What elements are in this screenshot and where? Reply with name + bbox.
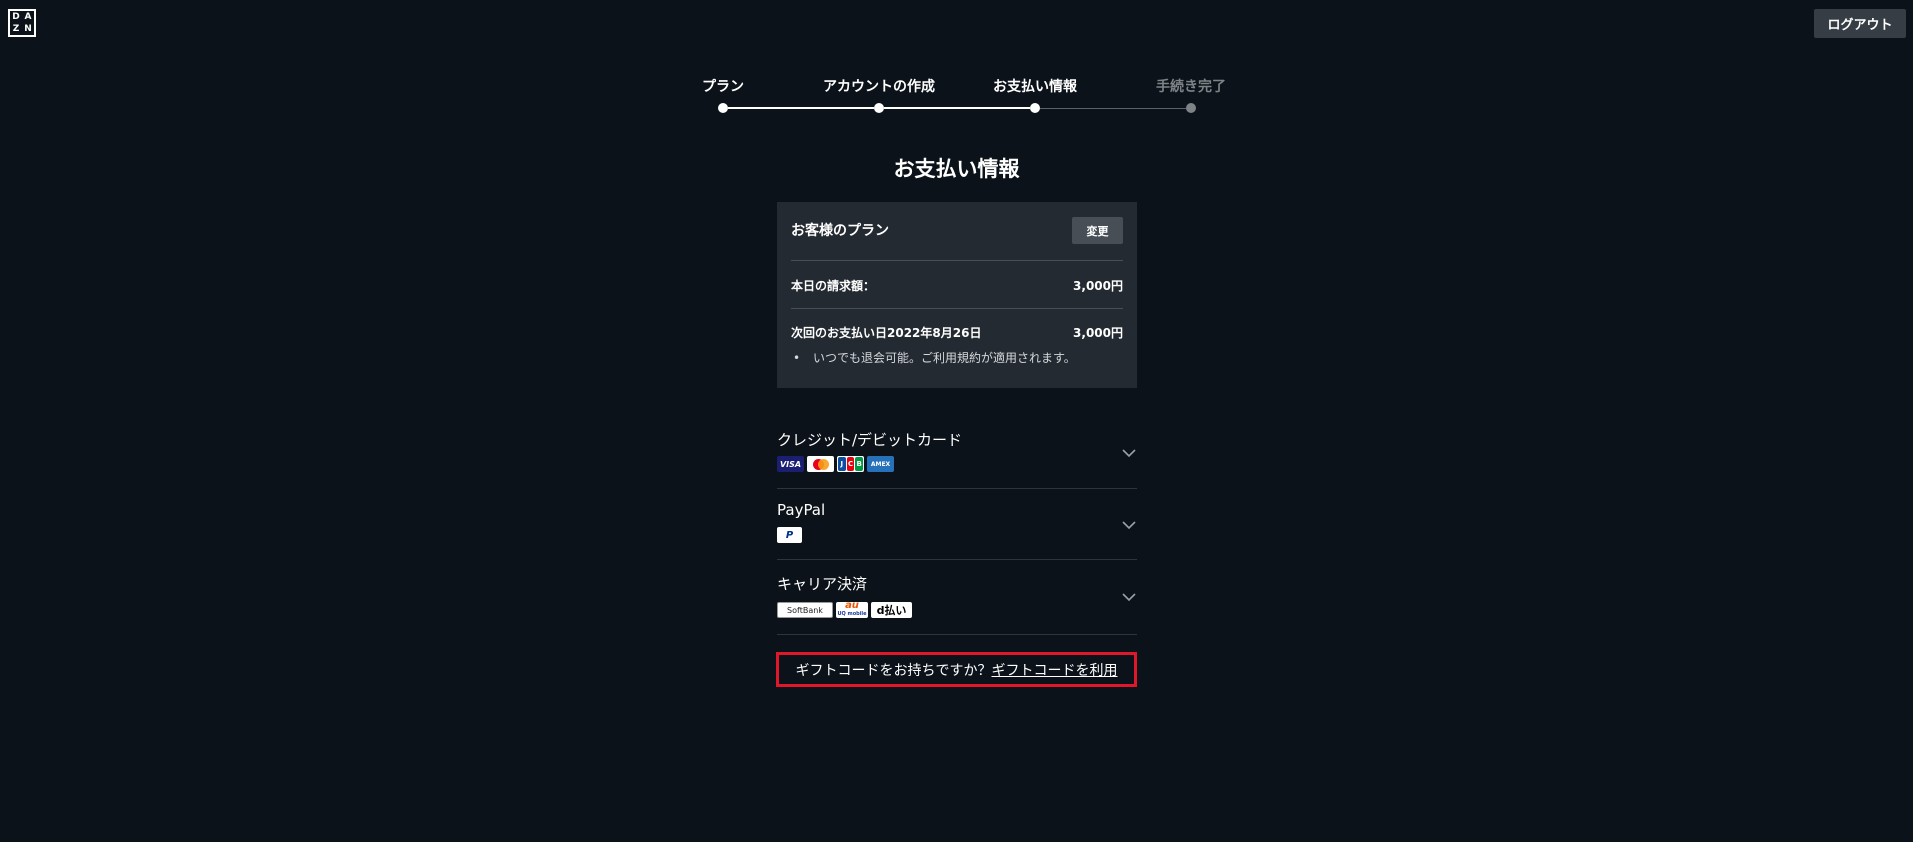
- gift-code-section: ギフトコードをお持ちですか？ ギフトコードを利用: [776, 652, 1137, 687]
- dazn-logo[interactable]: D A Z N: [8, 9, 36, 37]
- step-label-plan: プラン: [702, 79, 744, 95]
- paypal-label: PayPal: [777, 501, 826, 519]
- logo-letter-a: A: [24, 12, 32, 22]
- paypal-logos: P: [777, 527, 802, 543]
- chevron-down-icon: [1122, 449, 1136, 458]
- plan-header: お客様のプラン 変更: [791, 202, 1123, 261]
- next-payment-amount: 3,000円: [1073, 326, 1123, 340]
- paypal-logo: P: [777, 527, 802, 543]
- au-logo-text: au: [845, 602, 859, 611]
- logo-letter-n: N: [24, 24, 32, 34]
- au-uq-mobile-logo: au UQ mobile: [836, 602, 868, 618]
- change-plan-button[interactable]: 変更: [1072, 217, 1123, 244]
- step-connector-1: [728, 107, 874, 109]
- today-charge-label: 本日の請求額：: [791, 279, 876, 293]
- card-brand-logos: VISA JCB AMEX: [777, 456, 894, 472]
- chevron-down-icon: [1122, 593, 1136, 602]
- page-title: お支払い情報: [893, 157, 1020, 181]
- credit-card-label: クレジット/デビットカード: [777, 431, 963, 449]
- carrier-logos: SoftBank au UQ mobile d払い: [777, 602, 912, 618]
- logo-letter-d: D: [12, 12, 20, 22]
- next-payment-label: 次回のお支払い日2022年8月26日: [791, 326, 982, 340]
- step-label-payment: お支払い情報: [993, 79, 1077, 95]
- step-dot-account: [874, 103, 884, 113]
- today-charge-row: 本日の請求額： 3,000円: [791, 261, 1123, 309]
- progress-stepper: プラン アカウントの作成 お支払い情報 手続き完了: [0, 76, 1913, 116]
- payment-option-paypal[interactable]: PayPal P: [777, 489, 1137, 560]
- note-bullet: •: [793, 351, 801, 365]
- terms-note-text: いつでも退会可能。ご利用規約が適用されます。: [813, 351, 1076, 365]
- visa-logo: VISA: [777, 456, 804, 472]
- step-connector-2: [884, 107, 1030, 109]
- mastercard-logo: [807, 456, 834, 472]
- uq-mobile-logo-text: UQ mobile: [837, 611, 867, 617]
- terms-note: • いつでも退会可能。ご利用規約が適用されます。: [791, 349, 1076, 366]
- step-dot-plan: [718, 103, 728, 113]
- carrier-billing-label: キャリア決済: [777, 575, 868, 593]
- payment-option-credit-card[interactable]: クレジット/デビットカード VISA JCB AMEX: [777, 414, 1137, 489]
- today-charge-amount: 3,000円: [1073, 279, 1123, 293]
- step-dot-payment: [1030, 103, 1040, 113]
- step-label-complete: 手続き完了: [1156, 79, 1226, 95]
- next-payment-row: 次回のお支払い日2022年8月26日 3,000円 • いつでも退会可能。ご利用規…: [791, 309, 1123, 389]
- payment-option-carrier[interactable]: キャリア決済 SoftBank au UQ mobile d払い: [777, 560, 1137, 635]
- jcb-logo: JCB: [837, 456, 864, 472]
- step-dot-complete: [1186, 103, 1196, 113]
- amex-logo: AMEX: [867, 456, 894, 472]
- logo-letter-z: Z: [12, 24, 20, 34]
- plan-summary: お客様のプラン 変更 本日の請求額： 3,000円 次回のお支払い日2022年8…: [777, 202, 1137, 388]
- use-gift-code-link[interactable]: ギフトコードを利用: [992, 660, 1118, 680]
- chevron-down-icon: [1122, 521, 1136, 530]
- d-barai-logo: d払い: [871, 602, 912, 618]
- step-label-account: アカウントの作成: [823, 79, 935, 95]
- gift-code-question: ギフトコードをお持ちですか？: [795, 662, 992, 679]
- softbank-logo: SoftBank: [777, 602, 833, 618]
- payment-method-list: クレジット/デビットカード VISA JCB AMEX PayPal P キャリ…: [777, 414, 1137, 635]
- step-connector-3: [1040, 108, 1186, 109]
- plan-title: お客様のプラン: [791, 223, 889, 239]
- logout-button[interactable]: ログアウト: [1814, 9, 1906, 38]
